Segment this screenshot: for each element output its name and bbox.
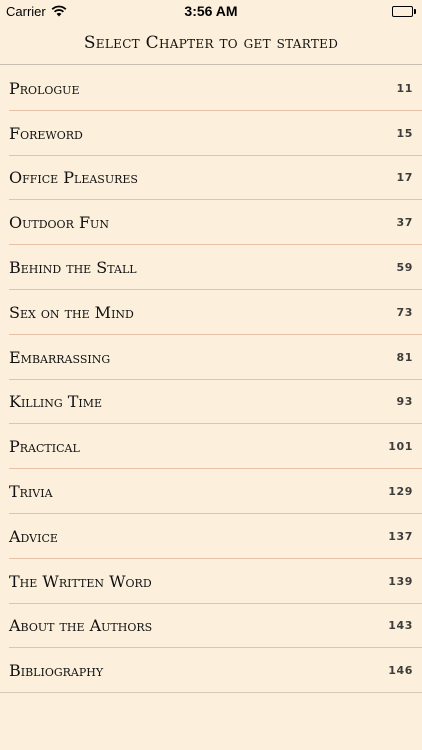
chapter-page-number: 37 [396,216,413,230]
chapter-title: Office Pleasures [9,168,138,188]
chapter-title: Prologue [9,78,80,98]
chapter-list: Prologue 11 Foreword 15 Office Pleasures 17 Ou… [0,66,422,693]
chapter-row[interactable]: Prologue 11 [0,66,422,111]
chapter-row[interactable]: Outdoor Fun 37 [0,200,422,245]
chapter-row[interactable]: Advice 137 [0,514,422,559]
chapter-row[interactable]: About the Authors 143 [0,604,422,649]
chapter-title: About the Authors [9,616,153,636]
chapter-title: Sex on the Mind [9,302,134,322]
chapter-row[interactable]: Foreword 15 [0,111,422,156]
chapter-title: The Written Word [9,571,152,591]
status-left: Carrier [6,4,126,19]
chapter-row[interactable]: Trivia 129 [0,469,422,514]
chapter-page-number: 137 [388,529,413,543]
chapter-title: Killing Time [9,392,103,412]
chapter-page-number: 93 [396,395,413,409]
chapter-row[interactable]: Bibliography 146 [0,648,422,693]
chapter-page-number: 143 [388,619,413,633]
chapter-page-number: 129 [388,485,413,499]
chapter-title: Embarrassing [9,347,111,367]
wifi-icon [51,5,67,17]
chapter-title: Outdoor Fun [9,213,109,233]
chapter-page-number: 15 [396,126,413,140]
chapter-page-number: 73 [396,305,413,319]
chapter-page-number: 101 [388,440,413,454]
chapter-title: Foreword [9,123,83,143]
chapter-page-number: 17 [396,171,413,185]
chapter-row[interactable]: Practical 101 [0,424,422,469]
chapter-title: Behind the Stall [9,258,137,278]
chapter-page-number: 81 [396,350,413,364]
chapter-title: Advice [9,526,58,546]
chapter-page-number: 146 [388,664,413,678]
chapter-row[interactable]: Behind the Stall 59 [0,245,422,290]
chapter-row[interactable]: Sex on the Mind 73 [0,290,422,335]
navigation-header: Select Chapter to get started [0,22,422,65]
chapter-row[interactable]: Killing Time 93 [0,380,422,425]
chapter-row[interactable]: Embarrassing 81 [0,335,422,380]
chapter-page-number: 139 [388,574,413,588]
chapter-title: Bibliography [9,661,104,681]
chapter-page-number: 11 [396,81,413,95]
status-bar: Carrier 3:56 AM [0,0,422,22]
chapter-row[interactable]: Office Pleasures 17 [0,156,422,201]
battery-icon [392,5,416,17]
chapter-row[interactable]: The Written Word 139 [0,559,422,604]
carrier-label: Carrier [6,3,46,19]
chapter-title: Trivia [9,482,53,502]
page-title: Select Chapter to get started [83,33,339,53]
chapter-title: Practical [9,437,80,457]
chapter-page-number: 59 [396,261,413,275]
